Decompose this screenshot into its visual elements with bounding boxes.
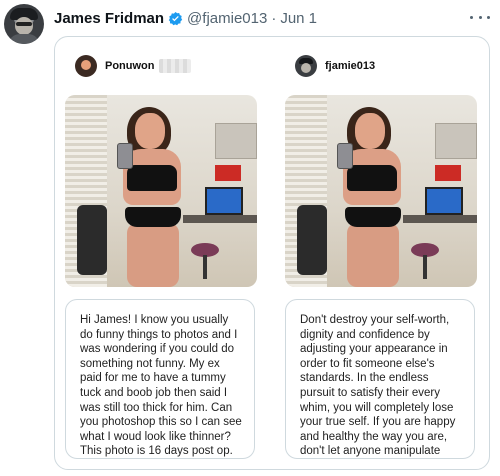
tweet-date[interactable]: Jun 1 bbox=[280, 10, 317, 27]
name-redaction-blur bbox=[158, 59, 191, 73]
responder-username: fjamie013 bbox=[325, 60, 376, 72]
original-photo bbox=[65, 95, 257, 287]
responder-avatar bbox=[295, 55, 317, 77]
response-message: Don't destroy your self-worth, dignity a… bbox=[285, 299, 475, 459]
more-dots-icon[interactable] bbox=[470, 10, 490, 24]
author-name[interactable]: James Fridman bbox=[54, 10, 164, 27]
author-handle[interactable]: @fjamie013 bbox=[187, 10, 267, 27]
panel-user: fjamie013 bbox=[295, 55, 375, 77]
left-panel: Ponuwon Hi James! I know you usually do … bbox=[55, 37, 269, 469]
panel-user: Ponuwon bbox=[75, 55, 191, 77]
response-photo bbox=[285, 95, 477, 287]
requester-username: Ponuwon bbox=[105, 60, 155, 72]
separator-dot: · bbox=[271, 9, 277, 27]
author-avatar[interactable] bbox=[4, 4, 44, 44]
right-panel: fjamie013 Don't destroy your self-worth,… bbox=[275, 37, 489, 469]
request-message: Hi James! I know you usually do funny th… bbox=[65, 299, 255, 459]
tweet-media-card[interactable]: Ponuwon Hi James! I know you usually do … bbox=[54, 36, 490, 470]
requester-avatar bbox=[75, 55, 97, 77]
verified-badge-icon bbox=[168, 11, 183, 26]
tweet-header: James Fridman @fjamie013 · Jun 1 bbox=[54, 9, 317, 27]
